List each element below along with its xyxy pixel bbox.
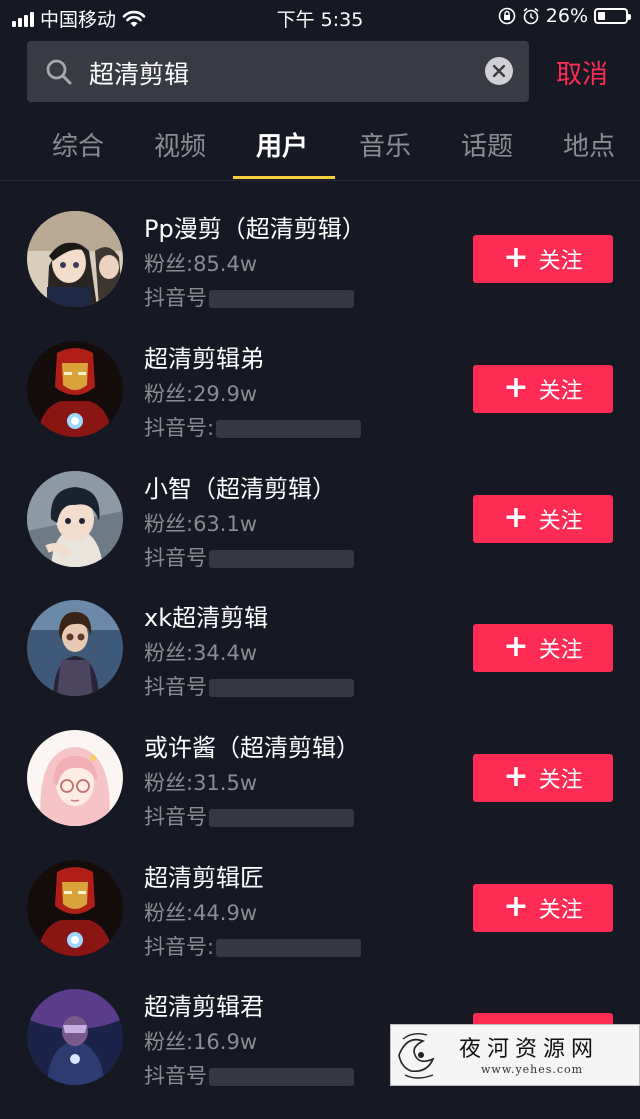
tab-music[interactable]: 音乐 [335, 126, 435, 163]
user-id-label: 抖音号 [144, 546, 207, 570]
avatar[interactable] [27, 211, 123, 307]
list-item[interactable]: 超清剪辑匠 粉丝:44.9w 抖音号: + 关注 [0, 860, 640, 990]
ornament-icon [398, 1032, 435, 1079]
user-id-label: 抖音号 [144, 1064, 207, 1088]
follow-button[interactable]: + 关注 [473, 235, 613, 283]
user-id-label: 抖音号 [144, 675, 207, 699]
user-id: 抖音号 [144, 671, 354, 701]
avatar[interactable] [27, 600, 123, 696]
plus-icon: + [503, 239, 529, 275]
status-bar: 中国移动 下午 5:35 26% [0, 0, 640, 34]
tab-videos[interactable]: 视频 [130, 126, 230, 163]
tab-places[interactable]: 地点 [539, 126, 639, 163]
search-icon [46, 59, 72, 85]
user-name[interactable]: Pp漫剪（超清剪辑） [144, 209, 366, 244]
orientation-lock-icon [498, 7, 516, 25]
avatar[interactable] [27, 860, 123, 956]
active-tab-indicator [233, 176, 335, 179]
user-fans: 粉丝:29.9w [144, 382, 258, 406]
battery-fill [598, 12, 605, 20]
tab-comprehensive[interactable]: 综合 [28, 126, 128, 163]
user-id-label: 抖音号 [144, 805, 207, 829]
follow-label: 关注 [538, 768, 583, 793]
user-name[interactable]: 超清剪辑弟 [144, 339, 264, 374]
tab-topics[interactable]: 话题 [437, 126, 537, 163]
user-fans: 粉丝:44.9w [144, 901, 258, 925]
list-item[interactable]: 或许酱（超清剪辑） 粉丝:31.5w 抖音号 + 关注 [0, 730, 640, 860]
user-id-label: 抖音号: [144, 416, 215, 440]
user-name[interactable]: 小智（超清剪辑） [144, 469, 336, 504]
plus-icon: + [503, 369, 529, 405]
user-name[interactable]: 超清剪辑君 [144, 987, 264, 1022]
user-fans: 粉丝:34.4w [144, 641, 258, 665]
avatar[interactable] [27, 989, 123, 1085]
redacted-id [209, 550, 354, 568]
list-item[interactable]: 超清剪辑弟 粉丝:29.9w 抖音号: + 关注 [0, 341, 640, 471]
follow-button[interactable]: + 关注 [473, 754, 613, 802]
follow-button[interactable]: + 关注 [473, 495, 613, 543]
status-right: 26% [498, 5, 631, 27]
user-id: 抖音号: [144, 931, 362, 961]
user-id-label: 抖音号 [144, 286, 207, 310]
follow-label: 关注 [538, 509, 583, 534]
user-fans: 粉丝:85.4w [144, 252, 258, 276]
follow-button[interactable]: + 关注 [473, 884, 613, 932]
redacted-id [209, 679, 354, 697]
user-fans: 粉丝:16.9w [144, 1030, 258, 1054]
clear-icon[interactable] [485, 57, 513, 85]
user-name[interactable]: 或许酱（超清剪辑） [144, 728, 360, 763]
battery-percent: 26% [545, 5, 588, 27]
plus-icon: + [503, 758, 529, 794]
follow-label: 关注 [538, 379, 583, 404]
tab-bar: 综合 视频 用户 音乐 话题 地点 [0, 126, 640, 182]
redacted-id [216, 420, 362, 438]
follow-label: 关注 [538, 638, 583, 663]
user-id-label: 抖音号: [144, 935, 215, 959]
watermark: 夜河资源网 www.yehes.com [390, 1024, 640, 1086]
redacted-id [209, 1068, 354, 1086]
plus-icon: + [503, 499, 529, 535]
plus-icon: + [503, 628, 529, 664]
follow-label: 关注 [538, 898, 583, 923]
redacted-id [209, 809, 354, 827]
follow-button[interactable]: + 关注 [473, 365, 613, 413]
follow-button[interactable]: + 关注 [473, 624, 613, 672]
user-id: 抖音号: [144, 412, 362, 442]
battery-icon [594, 8, 631, 24]
search-input[interactable]: 超清剪辑 [27, 41, 529, 102]
redacted-id [216, 939, 362, 957]
follow-label: 关注 [538, 249, 583, 274]
avatar[interactable] [27, 730, 123, 826]
search-query: 超清剪辑 [89, 60, 190, 89]
user-id: 抖音号 [144, 801, 354, 831]
watermark-url: www.yehes.com [481, 1063, 584, 1076]
avatar[interactable] [27, 341, 123, 437]
tabs-divider [0, 180, 640, 181]
watermark-title: 夜河资源网 [459, 1037, 600, 1062]
cancel-button[interactable]: 取消 [556, 54, 608, 91]
list-item[interactable]: xk超清剪辑 粉丝:34.4w 抖音号 + 关注 [0, 600, 640, 730]
user-name[interactable]: 超清剪辑匠 [144, 858, 264, 893]
user-name[interactable]: xk超清剪辑 [144, 598, 268, 633]
user-fans: 粉丝:63.1w [144, 512, 258, 536]
alarm-icon [523, 7, 539, 25]
user-id: 抖音号 [144, 282, 354, 312]
avatar[interactable] [27, 471, 123, 567]
user-fans: 粉丝:31.5w [144, 771, 258, 795]
user-id: 抖音号 [144, 542, 354, 572]
list-item[interactable]: 小智（超清剪辑） 粉丝:63.1w 抖音号 + 关注 [0, 471, 640, 601]
tab-users[interactable]: 用户 [232, 126, 332, 163]
plus-icon: + [503, 888, 529, 924]
redacted-id [209, 290, 354, 308]
list-item[interactable]: Pp漫剪（超清剪辑） 粉丝:85.4w 抖音号 + 关注 [0, 211, 640, 341]
